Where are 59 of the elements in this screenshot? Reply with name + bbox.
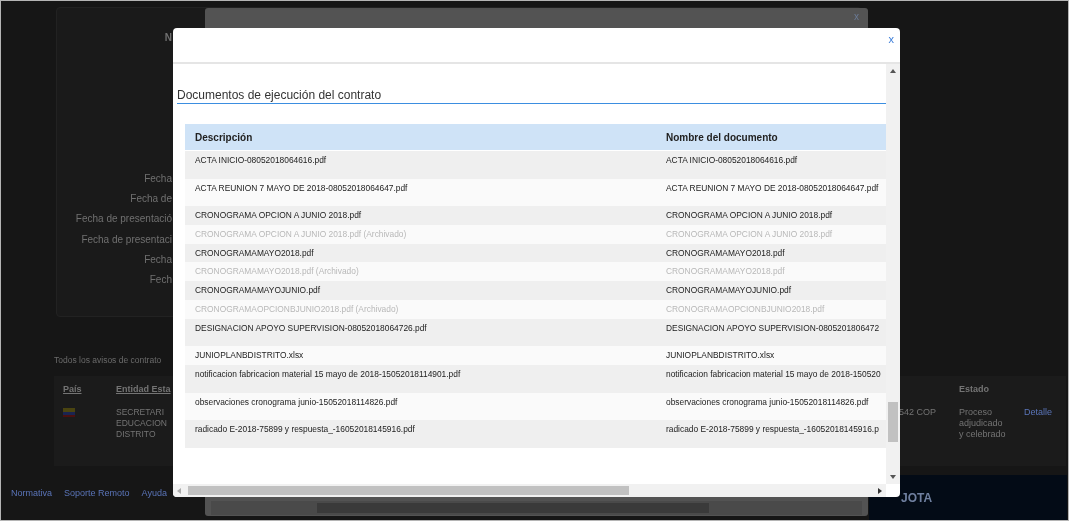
scroll-left-arrow-icon[interactable]: [177, 488, 181, 494]
table-cell: CRONOGRAMAMAYO2018.pdf: [666, 247, 785, 258]
column-header[interactable]: País: [63, 383, 116, 405]
table-cell: JUNIOPLANBDISTRITO.xlsx: [666, 350, 775, 361]
form-label: Fech: [149, 272, 172, 287]
table-cell: 542 COP: [899, 407, 937, 418]
vertical-scrollbar[interactable]: [886, 64, 900, 484]
close-button[interactable]: x: [888, 34, 894, 45]
table-cell: CRONOGRAMAOPCIONBJUNIO2018.pdf (Archivado): [195, 304, 399, 314]
footer-link[interactable]: Normativa: [11, 487, 52, 501]
table-cell: CRONOGRAMAMAYO2018.pdf (Archivado): [195, 266, 359, 277]
table-cell: EDUCACION: [116, 418, 167, 429]
footer-link[interactable]: Soporte Remoto: [64, 487, 130, 501]
table-cell: ACTA INICIO-08052018064616.pdf: [666, 155, 798, 165]
form-label: Fecha: [144, 252, 172, 267]
column-header: Estado: [959, 383, 989, 396]
column-header[interactable]: Entidad Esta: [116, 383, 171, 405]
table-cell: DESIGNACION APOYO SUPERVISION-08052018064726.pdf: [195, 322, 427, 333]
form-label: Fecha: [144, 172, 172, 186]
table-cell: CRONOGRAMAOPCIONBJUNIO2018.pdf: [666, 304, 825, 314]
table-cell: notificacion fabricacion material 15 mayo de 2018-15052018114901.pdf: [195, 369, 461, 380]
table-cell-text: DISTRITO: [116, 429, 157, 440]
column-header: Descripción: [194, 130, 254, 145]
scrollbar-thumb[interactable]: [188, 486, 629, 495]
table-cell: ACTA REUNION 7 MAYO DE 2018-08052018064647.pdf: [195, 182, 408, 193]
form-label: Fecha de presentaci: [81, 232, 172, 247]
table-cell: CRONOGRAMAMAYO2018.pdf: [666, 266, 785, 277]
table-cell: CRONOGRAMAMAYO2018.pdf: [195, 247, 314, 258]
scroll-up-arrow-icon[interactable]: [890, 69, 896, 73]
column-header: Nombre del documento: [665, 130, 778, 145]
flag-icon: [63, 408, 75, 417]
form-label: Fecha de: [130, 192, 172, 207]
table-cell: ACTA REUNION 7 MAYO DE 2018-08052018064647.pdf: [666, 182, 879, 193]
table-cell: CRONOGRAMAMAYOJUNIO.pdf: [195, 285, 321, 296]
section-title: Documentos de ejecución del contrato: [177, 88, 886, 104]
table-cell: observaciones cronograma junio-15052018114826.pdf: [666, 396, 869, 407]
table-cell: notificacion fabricacion material 15 mayo de 2018-150520: [666, 369, 881, 380]
details-link[interactable]: Detalle: [1024, 407, 1052, 418]
table-cell: CRONOGRAMAMAYOJUNIO.pdf: [666, 285, 792, 296]
table-cell: observaciones cronograma junio-15052018114826.pdf: [195, 396, 398, 407]
table-cell: CRONOGRAMA OPCION A JUNIO 2018.pdf: [195, 210, 362, 220]
form-label: Fecha de presentació: [75, 212, 172, 227]
table-cell: JUNIOPLANBDISTRITO.xlsx: [195, 350, 304, 361]
table-cell-text: SECRETARI: [116, 407, 166, 418]
form-label: N: [164, 31, 172, 45]
table-cell: radicado E-2018-75899 y respuesta_-16052018145916.pdf: [195, 424, 415, 435]
table-cell: radicado E-2018-75899 y respuesta_-16052018145916.p: [666, 424, 879, 435]
table-cell-text: Proceso adjudicado y celebrado: [959, 407, 1007, 440]
horizontal-scrollbar[interactable]: [211, 501, 862, 515]
table-cell: DESIGNACION APOYO SUPERVISION-0805201806472: [666, 322, 880, 333]
scroll-right-arrow-icon[interactable]: [878, 488, 882, 494]
section-heading: Todos los avisos de contrato: [54, 355, 162, 365]
table-cell: ACTA INICIO-08052018064616.pdf: [195, 155, 327, 165]
table-cell: CRONOGRAMA OPCION A JUNIO 2018.pdf: [666, 210, 833, 220]
banner-text: JOTA: [901, 491, 933, 505]
horizontal-scrollbar[interactable]: [173, 484, 886, 497]
scrollbar-thumb[interactable]: [888, 402, 898, 442]
footer-link[interactable]: Ayuda: [141, 487, 167, 501]
scroll-down-arrow-icon[interactable]: [890, 475, 896, 479]
